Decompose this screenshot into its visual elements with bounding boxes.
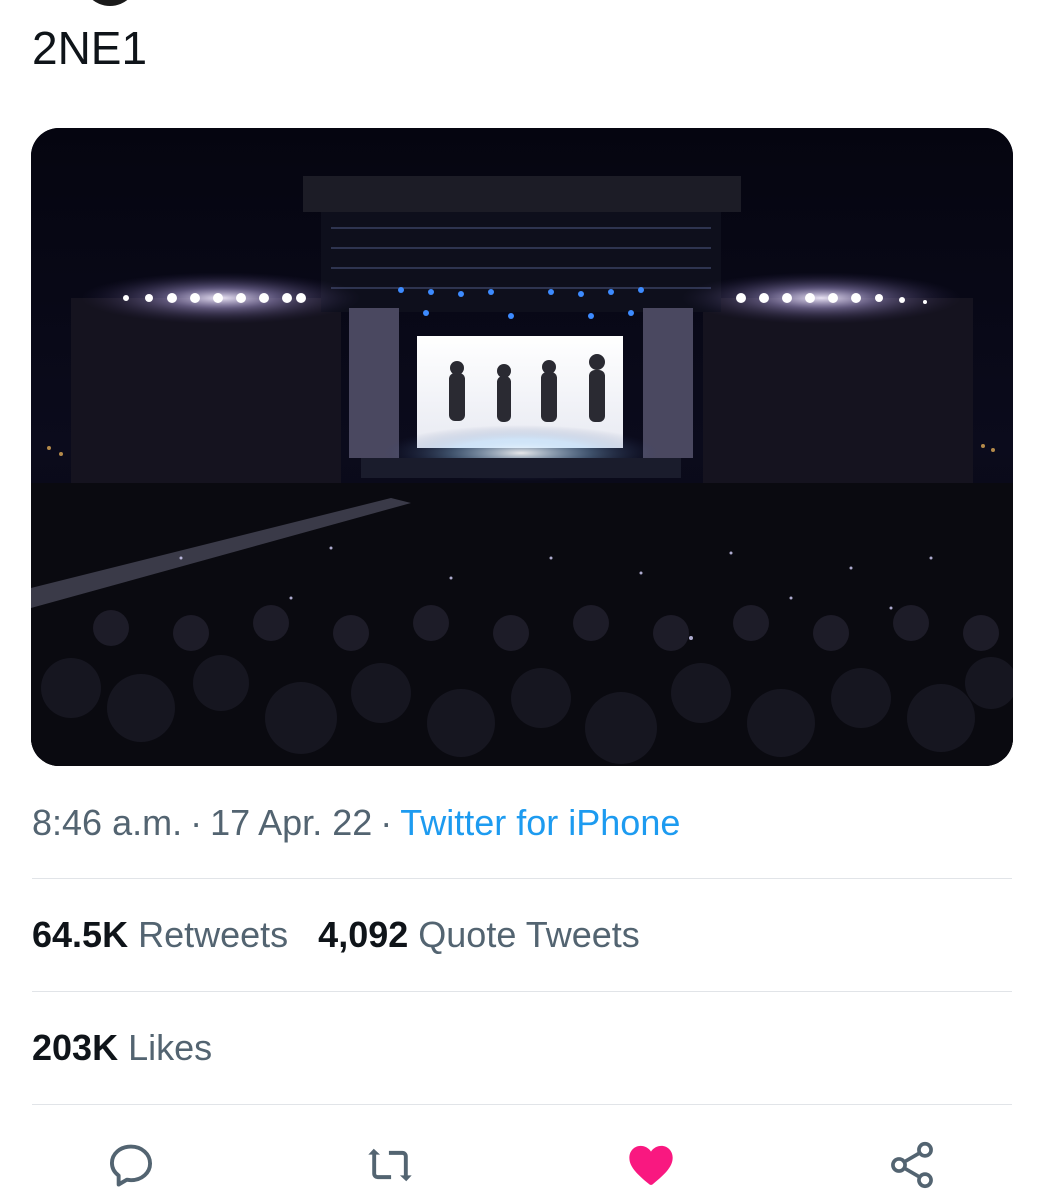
divider bbox=[32, 1104, 1012, 1105]
retweet-button[interactable] bbox=[360, 1135, 420, 1195]
likes-stat[interactable]: 203K Likes bbox=[32, 1025, 212, 1071]
tweet-date: 17 Apr. 22 bbox=[210, 802, 373, 843]
share-button[interactable] bbox=[882, 1135, 942, 1195]
retweet-icon bbox=[368, 1148, 412, 1182]
reply-button[interactable] bbox=[101, 1135, 161, 1195]
retweets-stat[interactable]: 64.5K Retweets bbox=[32, 914, 288, 955]
quote-tweets-stat[interactable]: 4,092 Quote Tweets bbox=[318, 914, 640, 955]
action-bar bbox=[0, 1135, 1043, 1195]
tweet-text: 2NE1 bbox=[32, 22, 148, 74]
divider bbox=[32, 878, 1012, 879]
concert-photo bbox=[31, 128, 1013, 766]
quote-tweets-label: Quote Tweets bbox=[418, 914, 640, 955]
tweet-meta: 8:46 a.m. · 17 Apr. 22 · Twitter for iPhone bbox=[32, 800, 680, 846]
likes-count: 203K bbox=[32, 1027, 119, 1068]
likes-label: Likes bbox=[128, 1027, 213, 1068]
meta-separator: · bbox=[380, 802, 393, 843]
retweets-label: Retweets bbox=[138, 914, 289, 955]
tweet-time: 8:46 a.m. bbox=[32, 802, 183, 843]
tweet-image[interactable] bbox=[31, 128, 1013, 766]
like-button[interactable] bbox=[621, 1135, 681, 1195]
quote-tweets-count: 4,092 bbox=[318, 914, 409, 955]
reply-icon bbox=[109, 1144, 153, 1187]
retweets-count: 64.5K bbox=[32, 914, 129, 955]
share-icon bbox=[891, 1141, 933, 1189]
avatar[interactable] bbox=[82, 0, 138, 6]
heart-icon bbox=[629, 1145, 673, 1185]
meta-separator: · bbox=[190, 802, 203, 843]
engagement-stats: 64.5K Retweets 4,092 Quote Tweets bbox=[32, 912, 670, 958]
divider bbox=[32, 991, 1012, 992]
source-link[interactable]: Twitter for iPhone bbox=[400, 802, 680, 843]
